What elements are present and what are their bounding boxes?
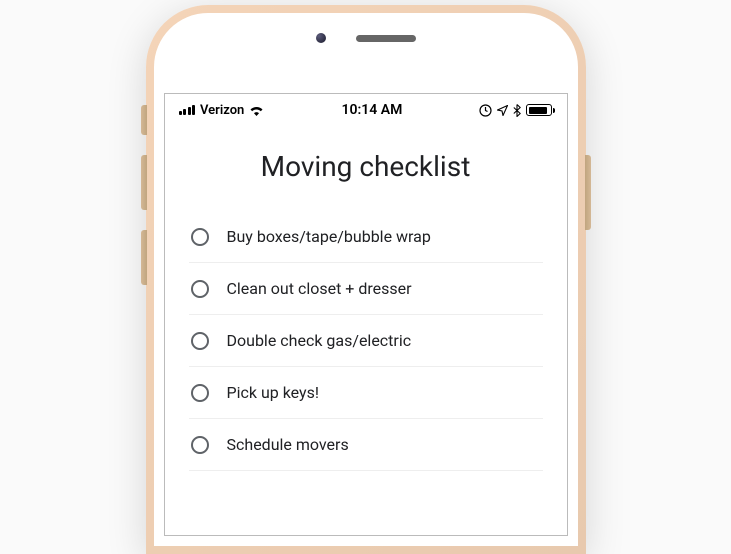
status-right [479,104,552,117]
speaker-slot-icon [356,35,416,42]
phone-inner-bezel: Verizon 10:14 AM [154,13,578,546]
front-camera-icon [316,33,326,43]
phone-screen: Verizon 10:14 AM [164,93,568,536]
checklist-item[interactable]: Pick up keys! [189,367,543,419]
battery-icon [526,104,552,116]
wifi-icon [249,105,264,116]
phone-side-buttons-left [141,105,147,305]
carrier-label: Verizon [200,103,244,118]
checklist-item[interactable]: Schedule movers [189,419,543,471]
status-bar: Verizon 10:14 AM [165,94,567,122]
bluetooth-icon [513,104,521,117]
checkbox-icon[interactable] [191,228,209,246]
checklist-item[interactable]: Buy boxes/tape/bubble wrap [189,211,543,263]
phone-side-button-right [585,155,591,230]
checkbox-icon[interactable] [191,280,209,298]
phone-frame: Verizon 10:14 AM [146,5,586,554]
checkbox-icon[interactable] [191,436,209,454]
cell-signal-icon [179,105,196,115]
location-icon [497,105,508,116]
checkbox-icon[interactable] [191,384,209,402]
checklist-item-label: Schedule movers [227,435,349,454]
rotation-lock-icon [479,104,492,117]
checklist-item-label: Pick up keys! [227,383,320,402]
phone-hardware [154,33,578,43]
checklist-item[interactable]: Clean out closet + dresser [189,263,543,315]
checkbox-icon[interactable] [191,332,209,350]
checklist-item-label: Double check gas/electric [227,331,412,350]
checklist-item-label: Clean out closet + dresser [227,279,412,298]
checklist-item[interactable]: Double check gas/electric [189,315,543,367]
checklist: Buy boxes/tape/bubble wrap Clean out clo… [189,211,543,471]
page-title: Moving checklist [189,150,543,183]
checklist-item-label: Buy boxes/tape/bubble wrap [227,227,431,246]
content-area: Moving checklist Buy boxes/tape/bubble w… [165,122,567,471]
status-time: 10:14 AM [341,102,402,118]
status-left: Verizon [179,103,265,118]
